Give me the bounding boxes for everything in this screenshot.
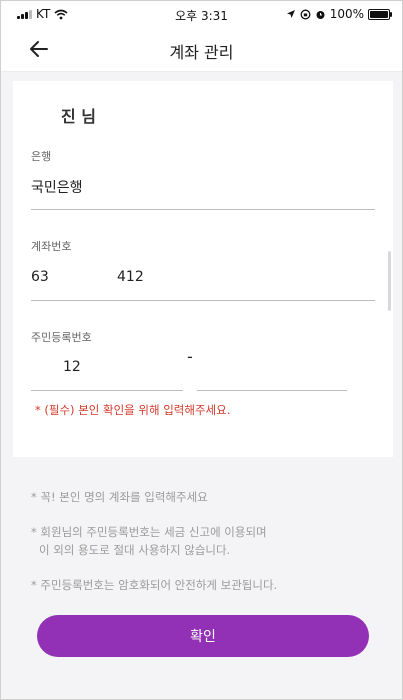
battery-level-fill (370, 10, 388, 18)
bank-field[interactable]: 국민은행 (31, 177, 83, 197)
user-name: 진 님 (61, 107, 97, 126)
info-line-3: * 주민등록번호는 암호화되어 안전하게 보관됩니다. (31, 578, 278, 592)
location-arrow-icon (286, 10, 295, 18)
account-number-part-1[interactable]: 63 (31, 269, 49, 285)
battery-percent: 100% (329, 7, 364, 21)
rrn-front-field[interactable]: 12 (63, 359, 81, 375)
phone-screen: KT 오후 3:31 100% 계좌 관리 진 님 은행 국민은행 계좌번호 6… (0, 0, 403, 700)
bank-underline (31, 209, 375, 210)
battery-icon (368, 8, 392, 20)
bank-label: 은행 (31, 150, 52, 163)
status-bar: KT 오후 3:31 100% (1, 1, 402, 27)
status-right: 100% (286, 7, 392, 21)
info-line-2a: * 회원님의 주민등록번호는 세금 신고에 이용되며 (31, 525, 267, 539)
rrn-front-underline (31, 390, 183, 391)
info-line-2b: 이 외의 용도로 절대 사용하지 않습니다. (39, 543, 231, 557)
page-title: 계좌 관리 (169, 43, 234, 62)
rrn-dash: - (187, 347, 193, 366)
account-form-card: 진 님 은행 국민은행 계좌번호 63 412 주민등록번호 12 - * (필… (13, 81, 393, 457)
rrn-back-field[interactable] (197, 359, 347, 379)
required-notice: * (필수) 본인 확인을 위해 입력해주세요. (35, 403, 231, 417)
rrn-back-underline (197, 390, 347, 391)
alarm-icon (316, 10, 325, 19)
account-number-part-2[interactable]: 412 (117, 269, 144, 285)
app-bar: 계좌 관리 (1, 27, 402, 72)
rrn-label: 주민등록번호 (31, 331, 92, 344)
lock-rotation-icon (300, 9, 311, 19)
confirm-button[interactable]: 확인 (37, 615, 369, 657)
scrollbar[interactable] (388, 251, 391, 311)
account-number-underline (31, 300, 375, 301)
confirm-button-label: 확인 (190, 629, 216, 645)
info-line-1: * 꼭! 본인 명의 계좌를 입력해주세요 (31, 490, 208, 504)
account-number-label: 계좌번호 (31, 240, 72, 253)
